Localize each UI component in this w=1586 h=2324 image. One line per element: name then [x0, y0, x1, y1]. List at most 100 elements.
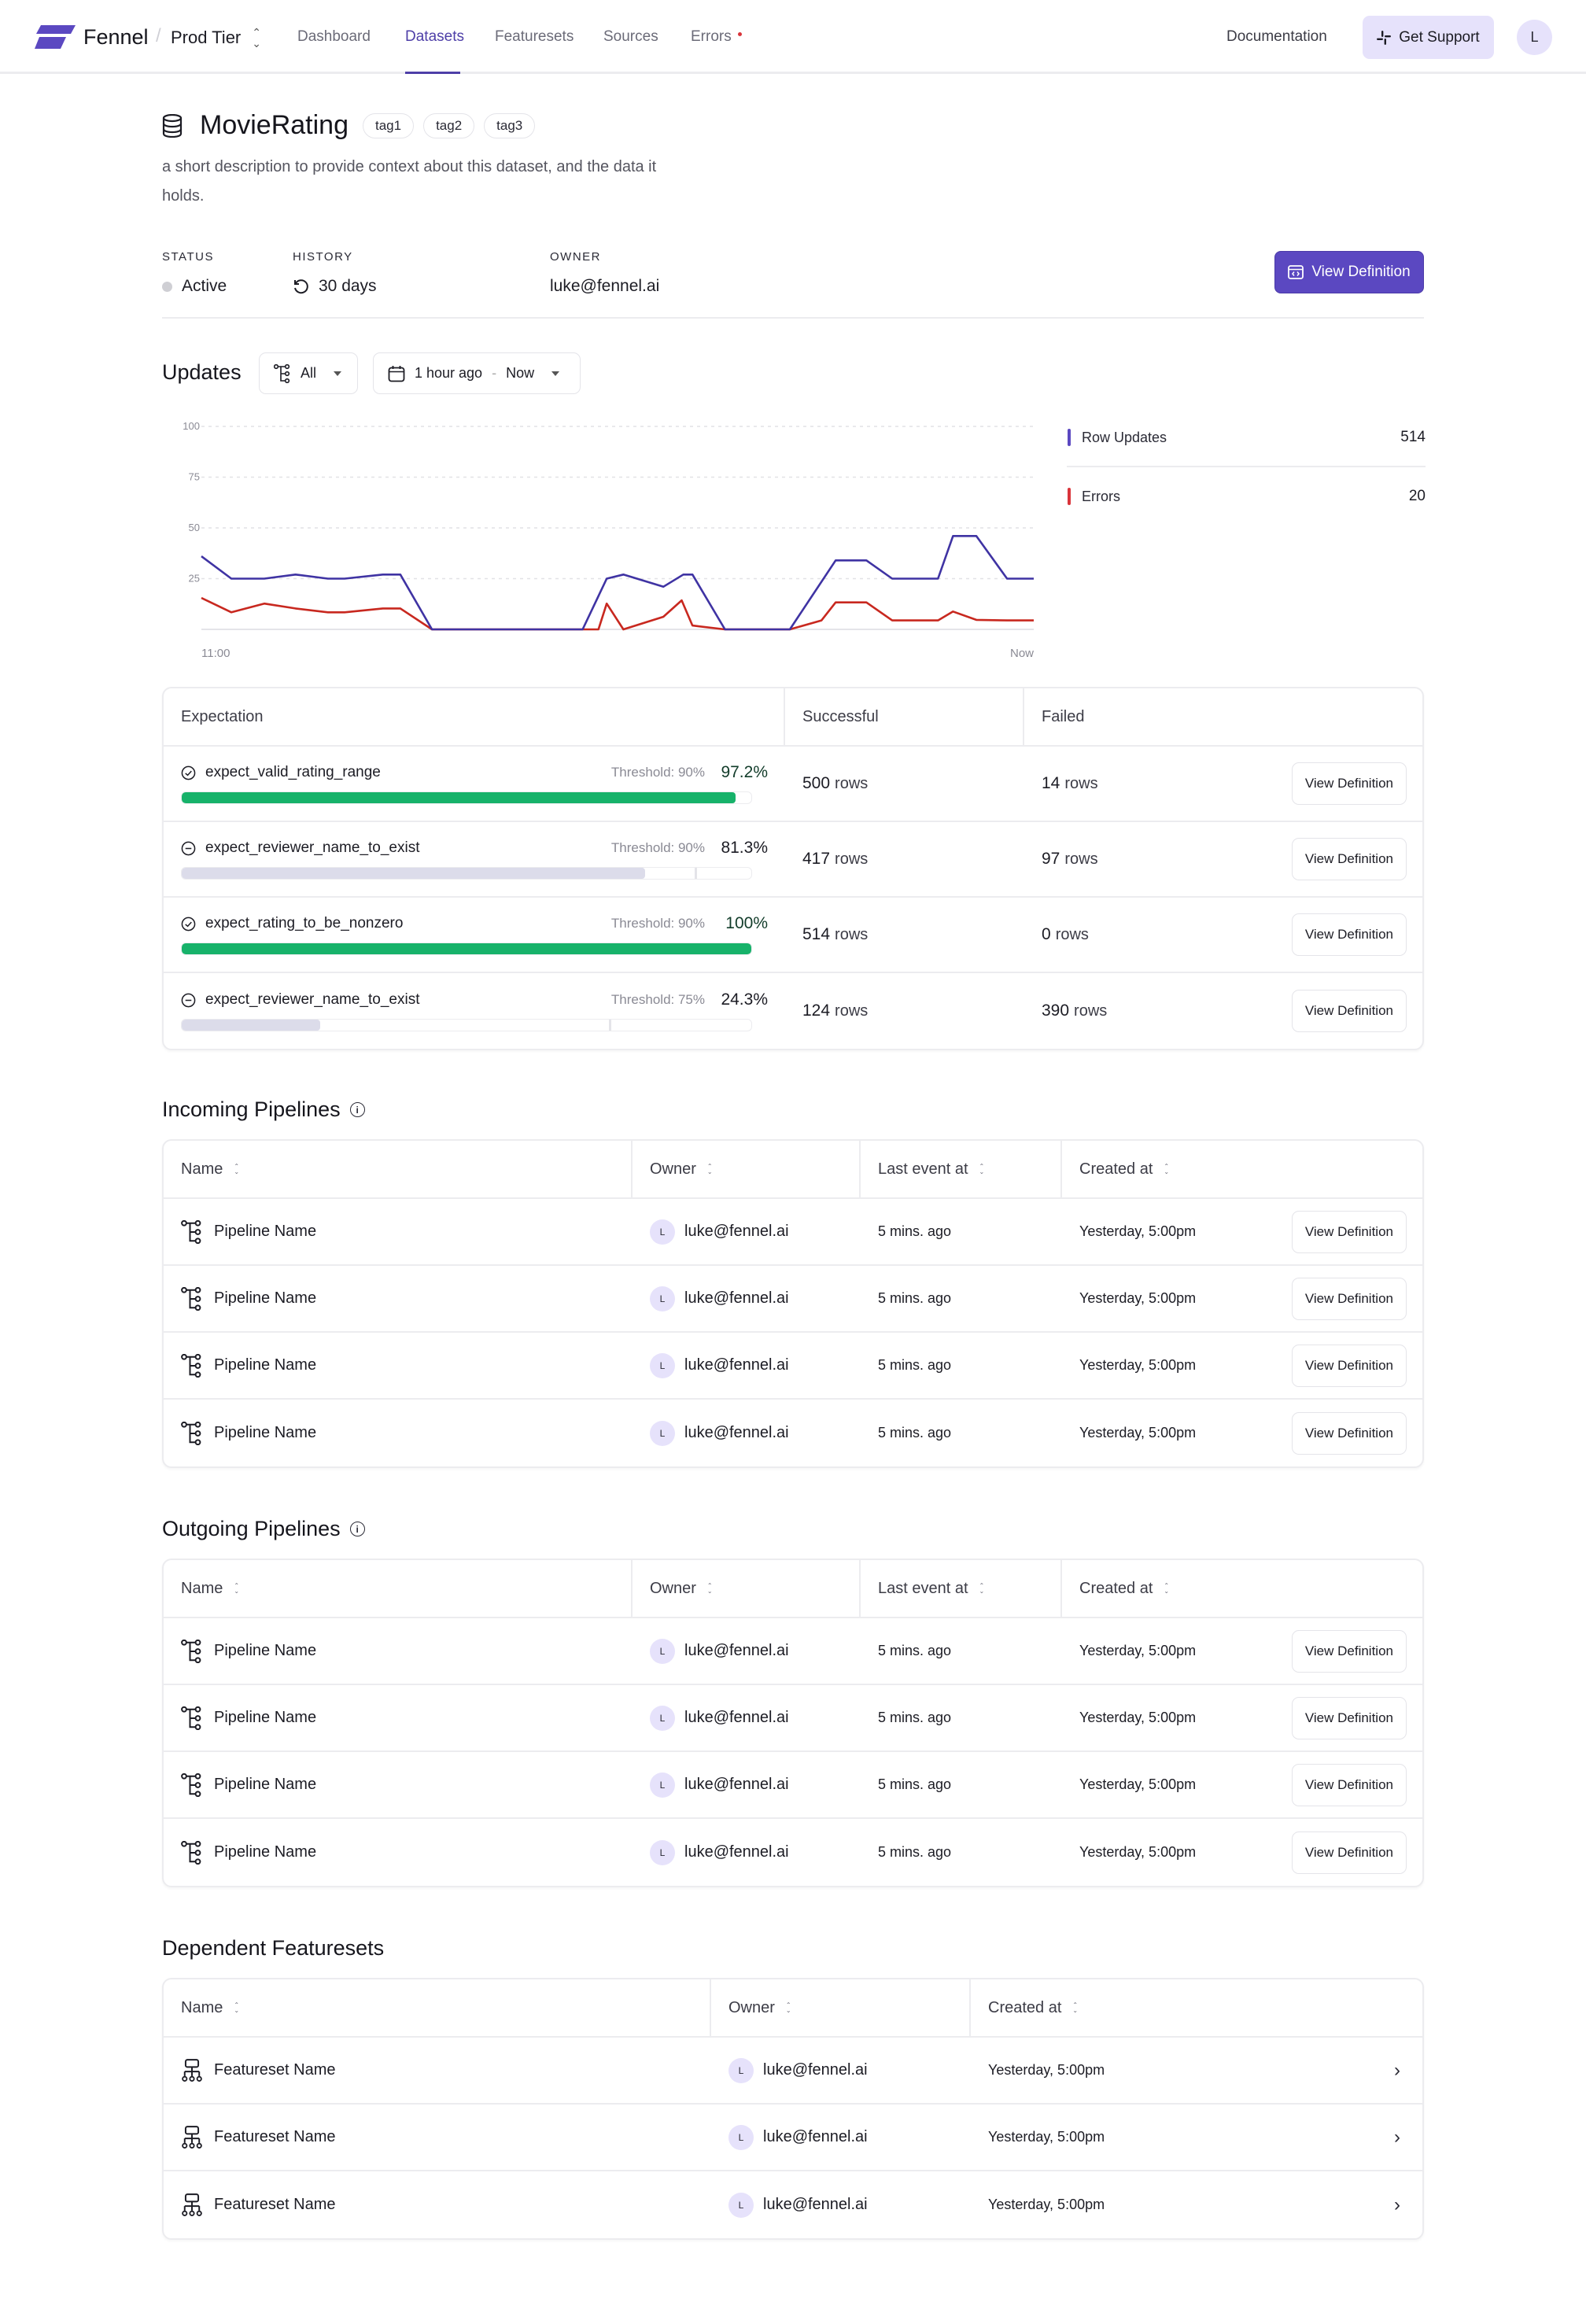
expectation-name[interactable]: expect_valid_rating_range [205, 764, 381, 781]
get-support-button[interactable]: Get Support [1363, 16, 1494, 59]
view-definition-button[interactable]: View Definition [1274, 251, 1424, 293]
dependent-featuresets-title: Dependent Featuresets [162, 1936, 385, 1960]
featureset-name[interactable]: Featureset Name [214, 2196, 336, 2214]
view-definition-button[interactable]: View Definition [1291, 1411, 1407, 1455]
column-header[interactable]: Owner ⌃ ⌄ [633, 1141, 861, 1197]
sort-icon[interactable]: ⌃ ⌄ [707, 1164, 713, 1175]
sort-icon[interactable]: ⌃ ⌄ [979, 1583, 985, 1595]
table-row: Pipeline Name Lluke@fennel.ai 5 mins. ago Y… [164, 1618, 1422, 1685]
sort-icon[interactable]: ⌃ ⌄ [979, 1164, 985, 1175]
expectation-name[interactable]: expect_reviewer_name_to_exist [205, 991, 420, 1009]
pipeline-name[interactable]: Pipeline Name [214, 1356, 316, 1374]
pipeline-icon [181, 1706, 214, 1730]
nav-datasets[interactable]: Datasets [405, 28, 464, 46]
pipeline-name[interactable]: Pipeline Name [214, 1424, 316, 1442]
pipeline-name[interactable]: Pipeline Name [214, 1776, 316, 1794]
sort-icon[interactable]: ⌃ ⌄ [234, 1583, 239, 1595]
column-header[interactable]: Name ⌃ ⌄ [164, 1979, 711, 2036]
progress-fill [182, 792, 736, 803]
history-value: 30 days [293, 277, 377, 296]
progress-fill [182, 1020, 320, 1031]
info-icon[interactable]: i [349, 1522, 365, 1536]
chevron-cell: › [1377, 2105, 1422, 2170]
chevron-right-icon[interactable]: › [1394, 2127, 1400, 2149]
fennel-logo-icon[interactable] [35, 25, 76, 49]
nav-errors[interactable]: Errors [691, 28, 742, 46]
column-header[interactable]: Created at ⌃ ⌄ [1062, 1560, 1422, 1617]
created-cell: Yesterday, 5:00pm [971, 2105, 1377, 2170]
pipeline-name[interactable]: Pipeline Name [214, 1843, 316, 1861]
dataset-description: a short description to provide context a… [162, 158, 657, 205]
column-header[interactable]: Name ⌃ ⌄ [164, 1560, 633, 1617]
view-definition-button[interactable]: View Definition [1291, 1210, 1407, 1253]
owner-email: luke@fennel.ai [684, 1289, 789, 1307]
pipeline-name[interactable]: Pipeline Name [214, 1642, 316, 1660]
tier-selector[interactable]: Prod Tier ⌃ ⌄ [171, 27, 261, 49]
user-avatar[interactable]: L [1517, 20, 1552, 55]
last-event-cell: 5 mins. ago [861, 1199, 1062, 1264]
column-header[interactable]: Created at ⌃ ⌄ [971, 1979, 1422, 2036]
view-definition-button[interactable]: View Definition [1291, 1763, 1407, 1806]
nav-dashboard[interactable]: Dashboard [297, 28, 371, 46]
column-header[interactable]: Owner ⌃ ⌄ [633, 1560, 861, 1617]
table-header: Name ⌃ ⌄ Owner ⌃ ⌄ Created at ⌃ ⌄ [164, 1979, 1422, 2038]
info-icon[interactable]: i [349, 1102, 365, 1117]
owner-avatar: L [650, 1352, 675, 1378]
column-header[interactable]: Last event at ⌃ ⌄ [861, 1560, 1062, 1617]
table-row[interactable]: Featureset Name Lluke@fennel.ai Yesterday,… [164, 2105, 1422, 2171]
column-header[interactable]: Last event at ⌃ ⌄ [861, 1141, 1062, 1197]
sort-icon[interactable]: ⌃ ⌄ [1072, 2002, 1078, 2014]
owner-avatar: L [728, 2124, 754, 2150]
view-definition-button[interactable]: View Definition [1291, 1629, 1407, 1673]
tag-chip[interactable]: tag2 [423, 113, 475, 138]
column-header-label: Name [181, 1579, 223, 1597]
sort-icon[interactable]: ⌃ ⌄ [707, 1583, 713, 1595]
name-cell: Pipeline Name [164, 1618, 633, 1684]
sort-icon[interactable]: ⌃ ⌄ [234, 2002, 239, 2014]
sort-icon[interactable]: ⌃ ⌄ [786, 2002, 791, 2014]
nav-featuresets[interactable]: Featuresets [495, 28, 574, 46]
tag-chip[interactable]: tag1 [362, 113, 415, 138]
progress-bar [181, 1019, 752, 1031]
chevron-right-icon[interactable]: › [1394, 2194, 1400, 2216]
featureset-name[interactable]: Featureset Name [214, 2128, 336, 2146]
view-definition-button[interactable]: View Definition [1291, 913, 1407, 956]
nav-sources[interactable]: Sources [603, 28, 658, 46]
tag-chip[interactable]: tag3 [484, 113, 536, 138]
expectation-name[interactable]: expect_reviewer_name_to_exist [205, 839, 420, 857]
view-definition-button[interactable]: View Definition [1291, 1696, 1407, 1739]
pipeline-icon [181, 1421, 214, 1445]
expectation-name[interactable]: expect_rating_to_be_nonzero [205, 915, 403, 932]
table-row[interactable]: Featureset Name Lluke@fennel.ai Yesterday,… [164, 2171, 1422, 2238]
chevron-right-icon[interactable]: › [1394, 2060, 1400, 2082]
column-header[interactable]: Created at ⌃ ⌄ [1062, 1141, 1422, 1197]
pipeline-name[interactable]: Pipeline Name [214, 1289, 316, 1308]
column-header[interactable]: Owner ⌃ ⌄ [711, 1979, 971, 2036]
name-cell: Pipeline Name [164, 1685, 633, 1750]
brand-name[interactable]: Fennel [83, 25, 149, 50]
sort-icon[interactable]: ⌃ ⌄ [234, 1164, 239, 1175]
owner-avatar: L [650, 1772, 675, 1798]
featureset-name[interactable]: Featureset Name [214, 2061, 336, 2079]
table-row: Pipeline Name Lluke@fennel.ai 5 mins. ago Y… [164, 1333, 1422, 1400]
time-range-dropdown[interactable]: 1 hour ago - Now [373, 352, 581, 394]
chevron-up-down-icon: ⌃ ⌄ [252, 26, 261, 50]
expectation-cell: expect_reviewer_name_to_exist Threshold: … [164, 839, 785, 880]
owner-cell: Lluke@fennel.ai [633, 1333, 861, 1398]
view-definition-button[interactable]: View Definition [1291, 1277, 1407, 1320]
table-row[interactable]: Featureset Name Lluke@fennel.ai Yesterday,… [164, 2038, 1422, 2105]
view-definition-button[interactable]: View Definition [1291, 838, 1407, 880]
view-definition-button[interactable]: View Definition [1291, 762, 1407, 805]
column-header[interactable]: Name ⌃ ⌄ [164, 1141, 633, 1197]
pipeline-filter-dropdown[interactable]: All [259, 352, 358, 394]
pipeline-name[interactable]: Pipeline Name [214, 1223, 316, 1241]
owner-cell: Lluke@fennel.ai [633, 1400, 861, 1466]
documentation-link[interactable]: Documentation [1226, 28, 1327, 46]
sort-icon[interactable]: ⌃ ⌄ [1164, 1164, 1169, 1175]
sort-icon[interactable]: ⌃ ⌄ [1164, 1583, 1169, 1595]
pipeline-name[interactable]: Pipeline Name [214, 1709, 316, 1727]
view-definition-button[interactable]: View Definition [1291, 990, 1407, 1032]
view-definition-button[interactable]: View Definition [1291, 1344, 1407, 1387]
column-header-label: Owner [650, 1579, 696, 1597]
view-definition-button[interactable]: View Definition [1291, 1831, 1407, 1874]
